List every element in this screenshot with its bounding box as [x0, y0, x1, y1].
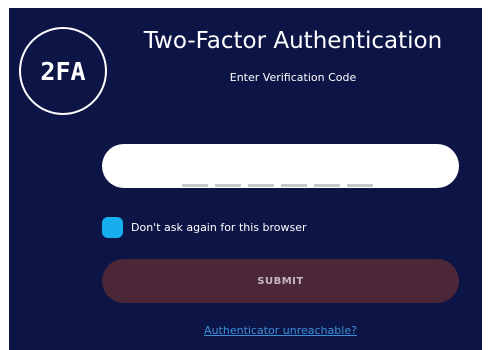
page-subtitle: Enter Verification Code	[229, 71, 357, 84]
code-slots	[182, 184, 373, 187]
2fa-logo: 2FA	[19, 27, 107, 115]
code-slot	[347, 184, 373, 187]
code-slot	[314, 184, 340, 187]
code-slot	[215, 184, 241, 187]
submit-button[interactable]: SUBMIT	[102, 259, 459, 303]
code-slot	[281, 184, 307, 187]
auth-panel: 2FA Two-Factor Authentication Enter Veri…	[9, 8, 482, 350]
code-slot	[248, 184, 274, 187]
authenticator-unreachable-link[interactable]: Authenticator unreachable?	[102, 324, 459, 337]
code-slot	[182, 184, 208, 187]
remember-browser-option: Don't ask again for this browser	[102, 217, 307, 238]
page-title: Two-Factor Authentication	[143, 28, 443, 54]
remember-browser-label: Don't ask again for this browser	[131, 221, 307, 234]
verification-code-input[interactable]	[102, 144, 459, 188]
logo-text: 2FA	[40, 56, 86, 86]
remember-browser-checkbox[interactable]	[102, 217, 123, 238]
